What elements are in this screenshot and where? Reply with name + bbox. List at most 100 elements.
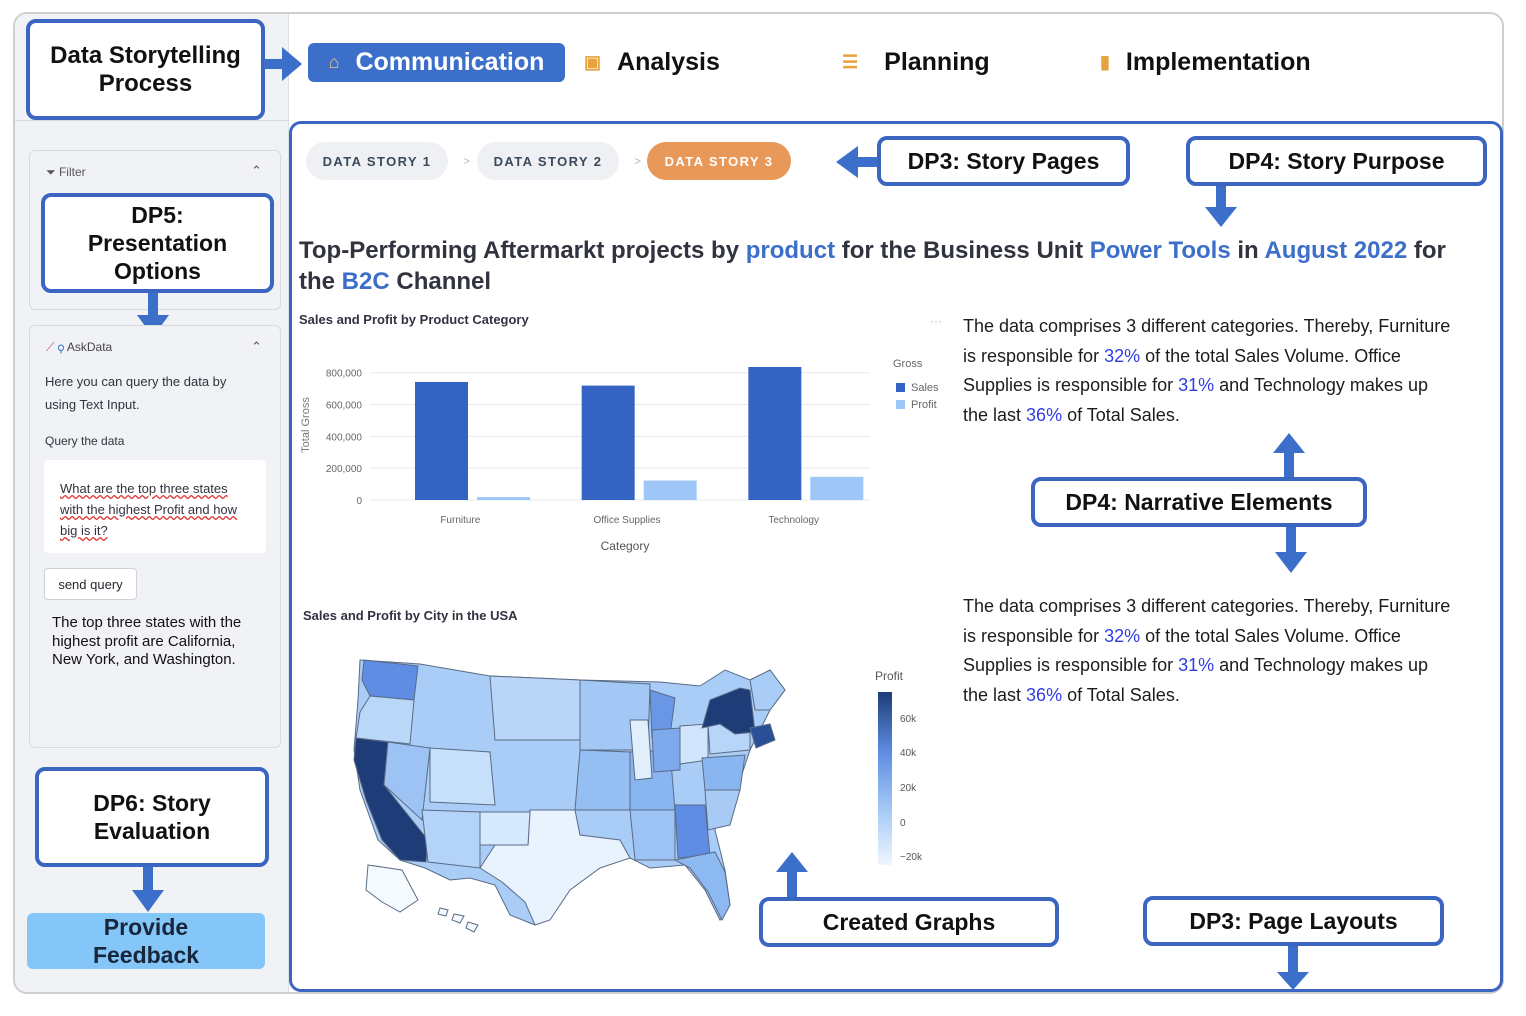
colorbar-tick: 20k xyxy=(900,783,917,794)
tab-implementation-label: Implementation xyxy=(1125,48,1311,76)
x-tick-label: Technology xyxy=(768,515,819,526)
query-textarea[interactable]: What are the top three states with the h… xyxy=(44,460,266,553)
arrow-down-head xyxy=(132,890,164,912)
narrative-value: 31% xyxy=(1178,375,1215,396)
layouts-callout: DP3: Page Layouts xyxy=(1143,896,1444,946)
map-state xyxy=(701,754,746,791)
tab-analysis-label: Analysis xyxy=(617,48,720,76)
clipboard-icon: ▣ xyxy=(584,52,602,72)
story-pill-3-label: DATA STORY 3 xyxy=(664,153,774,169)
arrow-down xyxy=(148,293,158,317)
map-state xyxy=(479,811,531,846)
sidebar-divider xyxy=(15,120,289,121)
evaluation-callout-text: DP6: Story Evaluation xyxy=(93,790,211,844)
arrow-right-head xyxy=(282,47,302,81)
askdata-label: AskData xyxy=(66,340,113,354)
legend-title: Gross xyxy=(893,358,923,370)
bar-chart-icon: ▮ xyxy=(1100,52,1110,72)
map-state xyxy=(421,809,481,869)
filter-label: Filter xyxy=(58,165,86,179)
story-purpose-callout: DP4: Story Purpose xyxy=(1186,136,1487,186)
headline-text: Channel xyxy=(389,268,492,295)
arrow-up-head xyxy=(1273,433,1305,453)
x-tick-label: Furniture xyxy=(440,515,480,526)
map-chart-title: Sales and Profit by City in the USA xyxy=(303,608,518,623)
story-purpose-callout-text: DP4: Story Purpose xyxy=(1228,147,1445,174)
y-tick-label: 200,000 xyxy=(326,464,363,475)
provide-feedback-button[interactable]: Provide Feedback xyxy=(27,913,265,969)
headline-text: Top-Performing Aftermarkt projects by xyxy=(299,237,746,264)
presentation-callout-text: DP5: Presentation Options xyxy=(87,202,228,284)
y-tick-label: 600,000 xyxy=(326,401,363,412)
map-state xyxy=(489,675,581,741)
story-pages-callout-text: DP3: Story Pages xyxy=(907,147,1100,174)
search-icon: ⚲ xyxy=(57,340,65,354)
askdata-description: Here you can query the data by using Tex… xyxy=(45,374,227,412)
map-state-hawaii xyxy=(437,907,479,933)
colorbar-tick: 0 xyxy=(900,818,906,829)
story-pill-1[interactable]: DATA STORY 1 xyxy=(306,142,448,180)
process-callout: Data Storytelling Process xyxy=(26,19,265,120)
askdata-expander[interactable]: ⟋ ⚲ AskData xyxy=(46,340,112,355)
headline-text: for the Business Unit xyxy=(835,237,1090,264)
map-state-alaska xyxy=(365,864,419,913)
arrow-down xyxy=(1288,946,1298,974)
home-icon: ⌂ xyxy=(328,52,340,72)
arrow-down-head xyxy=(1277,972,1309,990)
arrow-down-head xyxy=(1275,552,1307,573)
narrative-text-1: The data comprises 3 different categorie… xyxy=(963,312,1453,430)
story-pill-2-label: DATA STORY 2 xyxy=(493,153,603,169)
story-pages-callout: DP3: Story Pages xyxy=(877,136,1130,186)
colorbar-tick: −20k xyxy=(900,852,922,863)
arrow-down-head xyxy=(1205,207,1237,227)
story-pill-1-label: DATA STORY 1 xyxy=(322,153,432,169)
y-axis-label: Total Gross xyxy=(300,397,312,453)
tab-communication[interactable]: ⌂ Communication xyxy=(308,43,565,82)
chevron-up-icon[interactable]: ⌃ xyxy=(251,339,262,355)
narrative-segment: of Total Sales. xyxy=(1062,684,1180,705)
tab-planning[interactable]: ☰ Planning xyxy=(842,43,990,82)
arrow-up xyxy=(787,871,797,898)
map-state xyxy=(674,804,711,859)
chevron-up-icon[interactable]: ⌃ xyxy=(251,163,262,179)
query-answer: The top three states with the highest pr… xyxy=(52,614,242,668)
map-state-washington xyxy=(361,659,419,701)
story-pill-3[interactable]: DATA STORY 3 xyxy=(647,142,791,180)
narrative-text-2: The data comprises 3 different categorie… xyxy=(963,592,1453,710)
arrow-left-head xyxy=(836,146,858,178)
map-state xyxy=(651,727,681,773)
bar-sales xyxy=(748,367,802,500)
bar-chart-title: Sales and Profit by Product Category xyxy=(299,312,529,327)
narrative-callout: DP4: Narrative Elements xyxy=(1031,477,1367,527)
narrative-value: 32% xyxy=(1104,345,1141,366)
send-query-label: send query xyxy=(58,576,123,592)
tab-implementation[interactable]: ▮ Implementation xyxy=(1100,43,1311,82)
tab-planning-label: Planning xyxy=(884,48,990,76)
chart-icon: ⟋ xyxy=(46,340,55,354)
x-tick-label: Office Supplies xyxy=(593,515,660,526)
bar-profit xyxy=(643,480,697,500)
evaluation-callout: DP6: Story Evaluation xyxy=(35,767,269,867)
legend-swatch xyxy=(896,383,905,392)
map-state xyxy=(629,809,676,861)
story-separator: > xyxy=(634,154,642,168)
process-callout-text: Data Storytelling Process xyxy=(50,41,241,97)
list-icon: ☰ xyxy=(842,52,859,72)
bar-profit xyxy=(810,476,864,500)
y-tick-label: 400,000 xyxy=(326,432,363,443)
tab-analysis[interactable]: ▣ Analysis xyxy=(584,43,720,82)
headline-highlight: August 2022 xyxy=(1264,237,1408,264)
narrative-segment: of Total Sales. xyxy=(1062,404,1180,425)
tab-communication-label: Communication xyxy=(355,48,545,76)
chart-menu-icon[interactable]: ··· xyxy=(930,314,942,328)
colorbar-tick: 60k xyxy=(900,714,917,725)
colorbar-tick: 40k xyxy=(900,748,917,759)
bar-profit xyxy=(477,497,530,500)
legend-swatch xyxy=(896,400,905,409)
headline-text: in xyxy=(1230,237,1265,264)
story-separator: > xyxy=(463,154,471,168)
filter-expander[interactable]: ⏷ Filter xyxy=(46,165,86,180)
send-query-button[interactable]: send query xyxy=(44,568,137,600)
story-pill-2[interactable]: DATA STORY 2 xyxy=(477,142,619,180)
query-label: Query the data xyxy=(45,434,125,448)
